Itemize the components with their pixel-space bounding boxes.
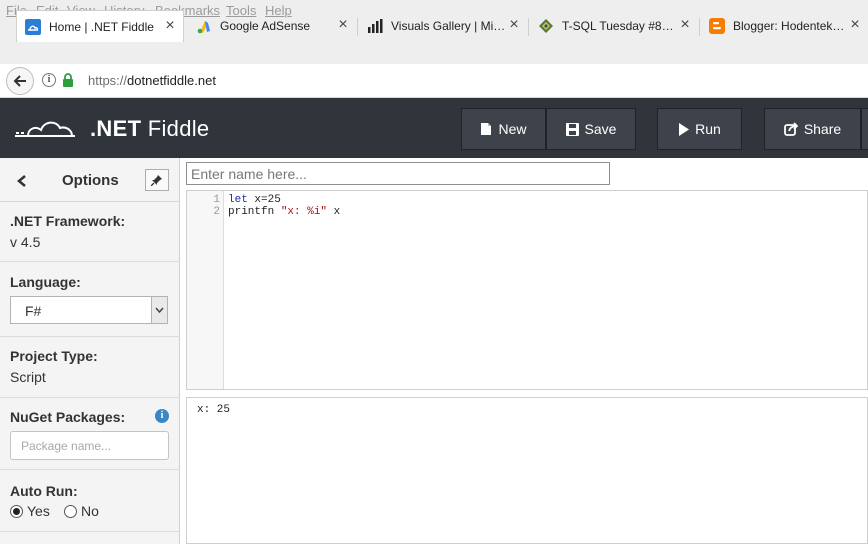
output-panel: [186, 397, 868, 544]
options-title: Options: [62, 172, 119, 189]
close-tab-icon[interactable]: ×: [336, 17, 350, 33]
section-divider: [0, 261, 180, 262]
save-button-label: Save: [584, 121, 617, 137]
brand-title[interactable]: .NET Fiddle: [90, 116, 209, 142]
close-tab-icon[interactable]: ×: [507, 17, 521, 33]
share-button[interactable]: Share: [764, 108, 861, 150]
nuget-label: NuGet Packages:: [10, 409, 126, 425]
tab-google-adsense[interactable]: Google AdSense ×: [188, 10, 356, 42]
close-tab-icon[interactable]: ×: [848, 17, 862, 33]
line-number: 1: [213, 194, 220, 206]
tab-label: Google AdSense: [220, 19, 311, 33]
project-type-label: Project Type:: [10, 348, 98, 364]
code-string: "x: %i": [280, 206, 328, 218]
address-bar-url[interactable]: https://dotnetfiddle.net: [88, 73, 216, 88]
play-icon: [679, 122, 690, 136]
floppy-disk-icon: [565, 122, 579, 136]
nuget-package-input[interactable]: [10, 431, 169, 460]
language-select[interactable]: F#: [10, 296, 168, 324]
close-tab-icon[interactable]: ×: [678, 17, 692, 33]
brand-suffix: Fiddle: [147, 116, 210, 141]
pin-icon: [151, 175, 162, 186]
tab-visuals-gallery[interactable]: Visuals Gallery | Mi… ×: [359, 10, 527, 42]
section-divider: [0, 397, 180, 398]
chevron-left-icon[interactable]: [16, 174, 28, 187]
bar-chart-favicon-icon: [367, 18, 383, 34]
tab-label: Home | .NET Fiddle: [49, 19, 154, 34]
info-icon[interactable]: i: [155, 409, 169, 423]
share-icon: [783, 122, 798, 136]
tab-separator: [357, 18, 358, 36]
code-text: x: [327, 206, 341, 218]
line-number: 2: [213, 206, 220, 218]
auto-run-no-label[interactable]: No: [81, 503, 99, 519]
new-button[interactable]: New: [461, 108, 546, 150]
fiddle-name-input[interactable]: [186, 162, 610, 185]
run-button-label: Run: [695, 121, 721, 137]
tab-separator: [699, 18, 700, 36]
url-host: dotnetfiddle.net: [127, 73, 216, 88]
tab-label: Visuals Gallery | Mi…: [391, 19, 506, 33]
language-selected-value: F#: [25, 303, 42, 319]
close-tab-icon[interactable]: ×: [163, 18, 177, 34]
adsense-favicon-icon: [196, 18, 212, 34]
language-label: Language:: [10, 274, 81, 290]
more-button-edge[interactable]: [861, 108, 868, 150]
back-button[interactable]: [6, 67, 34, 95]
auto-run-yes-label[interactable]: Yes: [27, 503, 50, 519]
site-info-icon[interactable]: i: [42, 73, 56, 87]
auto-run-label: Auto Run:: [10, 483, 78, 499]
tab-label: T-SQL Tuesday #8…: [562, 19, 674, 33]
share-button-label: Share: [803, 121, 842, 137]
arrow-left-icon: [13, 75, 26, 87]
section-divider: [0, 531, 180, 532]
tab-dotnetfiddle[interactable]: Home | .NET Fiddle ×: [16, 10, 184, 42]
framework-value: v 4.5: [10, 234, 41, 250]
line-number-gutter: [187, 191, 224, 389]
dotnetfiddle-favicon-icon: [25, 18, 41, 35]
framework-label: .NET Framework:: [10, 213, 126, 229]
new-button-label: New: [498, 121, 527, 137]
file-icon: [481, 123, 492, 135]
section-divider: [0, 469, 180, 470]
auto-run-no-radio[interactable]: [64, 505, 77, 518]
blogger-favicon-icon: [709, 18, 725, 34]
run-button[interactable]: Run: [657, 108, 742, 150]
tsql-favicon-icon: [538, 18, 554, 34]
code-text: x=25: [247, 194, 281, 206]
code-editor[interactable]: [186, 190, 868, 390]
tab-blogger[interactable]: Blogger: Hodentek… ×: [701, 10, 868, 42]
cloud-logo-icon: [14, 118, 76, 143]
code-text: printfn: [228, 206, 281, 218]
code-line-2[interactable]: printfn "x: %i" x: [228, 206, 340, 218]
project-type-value: Script: [10, 369, 46, 385]
tab-separator: [528, 18, 529, 36]
save-button[interactable]: Save: [546, 108, 636, 150]
url-protocol: https://: [88, 73, 128, 88]
tab-label: Blogger: Hodentek…: [733, 19, 845, 33]
code-keyword: let: [228, 194, 248, 206]
lock-icon: [62, 73, 74, 87]
auto-run-yes-radio[interactable]: [10, 505, 23, 518]
output-text: x: 25: [197, 404, 231, 416]
pin-button[interactable]: [145, 169, 169, 191]
tab-tsql-tuesday[interactable]: T-SQL Tuesday #8… ×: [530, 10, 698, 42]
chevron-down-icon: [151, 297, 167, 323]
brand-prefix: .NET: [90, 116, 142, 141]
code-line-1[interactable]: let x=25: [228, 194, 281, 206]
section-divider: [0, 336, 180, 337]
